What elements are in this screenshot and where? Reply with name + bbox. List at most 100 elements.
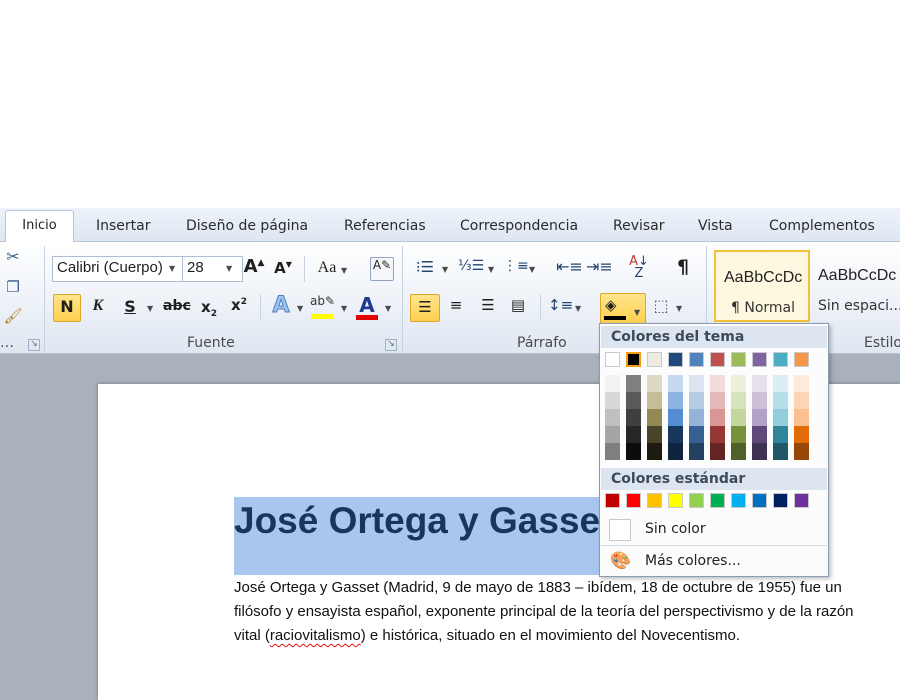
borders-dropdown-icon[interactable]: ▼ (676, 304, 682, 313)
text-effects-icon[interactable]: A (268, 293, 294, 319)
theme-shade-swatch[interactable] (731, 426, 746, 443)
tab-complementos[interactable]: Complementos (769, 216, 875, 242)
theme-shade-swatch[interactable] (773, 392, 788, 409)
theme-shade-swatch[interactable] (794, 375, 809, 392)
theme-shade-swatch[interactable] (605, 392, 620, 409)
borders-icon[interactable]: ⬚ (650, 296, 672, 315)
theme-shade-swatch[interactable] (752, 392, 767, 409)
theme-shade-swatch[interactable] (626, 426, 641, 443)
tab-vista[interactable]: Vista (698, 216, 733, 242)
line-spacing-dropdown-icon[interactable]: ▼ (575, 304, 581, 313)
theme-shade-swatch[interactable] (605, 375, 620, 392)
underline-button[interactable]: S (121, 297, 139, 316)
font-color-dropdown-icon[interactable]: ▼ (385, 304, 391, 313)
theme-shade-swatch[interactable] (731, 443, 746, 460)
theme-shade-swatch[interactable] (668, 426, 683, 443)
standard-color-swatch[interactable] (605, 493, 620, 508)
increase-indent-icon[interactable]: ⇥≡ (586, 257, 613, 276)
standard-color-swatch[interactable] (794, 493, 809, 508)
standard-color-swatch[interactable] (710, 493, 725, 508)
theme-shade-swatch[interactable] (731, 392, 746, 409)
font-name-box[interactable]: Calibri (Cuerpo) (52, 256, 186, 282)
tab-inicio[interactable]: Inicio (5, 210, 74, 243)
theme-shade-swatch[interactable] (731, 375, 746, 392)
justify-icon[interactable]: ▤ (506, 296, 530, 314)
theme-shade-swatch[interactable] (752, 426, 767, 443)
theme-shade-swatch[interactable] (647, 409, 662, 426)
theme-shade-swatch[interactable] (626, 375, 641, 392)
theme-shade-swatch[interactable] (773, 375, 788, 392)
tab-referencias[interactable]: Referencias (344, 216, 426, 242)
theme-shade-swatch[interactable] (794, 392, 809, 409)
theme-shade-swatch[interactable] (773, 409, 788, 426)
align-left-icon[interactable]: ☰ (410, 294, 440, 322)
clipboard-launcher[interactable]: ↘ (28, 339, 40, 351)
standard-color-swatch[interactable] (752, 493, 767, 508)
style-sin-espaciado[interactable]: AaBbCcDc Sin espaci... (812, 250, 900, 322)
spelling-error-word[interactable]: raciovitalismo (270, 627, 361, 644)
shrink-font-icon[interactable]: A▼ (273, 259, 293, 277)
tab-insertar[interactable]: Insertar (96, 216, 151, 242)
theme-shade-swatch[interactable] (668, 409, 683, 426)
numbering-dropdown-icon[interactable]: ▼ (488, 265, 494, 274)
theme-color-swatch[interactable] (752, 352, 767, 367)
tab-revisar[interactable]: Revisar (613, 216, 665, 242)
tab-correspondencia[interactable]: Correspondencia (460, 216, 578, 242)
bold-button[interactable]: N (53, 294, 81, 322)
tab-diseno-de-pagina[interactable]: Diseño de página (186, 216, 308, 242)
multilevel-dropdown-icon[interactable]: ▼ (529, 265, 535, 274)
theme-shade-swatch[interactable] (752, 409, 767, 426)
theme-shade-swatch[interactable] (752, 443, 767, 460)
document-heading[interactable]: José Ortega y Gasset (234, 500, 612, 542)
standard-color-swatch[interactable] (647, 493, 662, 508)
theme-color-swatch[interactable] (689, 352, 704, 367)
pilcrow-icon[interactable]: ¶ (672, 256, 694, 278)
change-case-dropdown-icon[interactable]: ▼ (341, 266, 347, 275)
theme-color-swatch[interactable] (647, 352, 662, 367)
theme-color-swatch[interactable] (710, 352, 725, 367)
text-effects-dropdown-icon[interactable]: ▼ (297, 304, 303, 313)
theme-shade-swatch[interactable] (647, 426, 662, 443)
underline-dropdown-icon[interactable]: ▼ (147, 304, 153, 313)
format-painter-icon[interactable]: 🖌 (3, 307, 23, 325)
theme-shade-swatch[interactable] (647, 443, 662, 460)
theme-shade-swatch[interactable] (710, 443, 725, 460)
theme-color-swatch[interactable] (794, 352, 809, 367)
theme-color-swatch[interactable] (731, 352, 746, 367)
theme-shade-swatch[interactable] (731, 409, 746, 426)
theme-shade-swatch[interactable] (794, 443, 809, 460)
standard-color-swatch[interactable] (626, 493, 641, 508)
theme-color-swatch[interactable] (773, 352, 788, 367)
theme-shade-swatch[interactable] (710, 409, 725, 426)
copy-icon[interactable]: ❐ (3, 278, 23, 296)
bullets-icon[interactable]: ⁝☰ (414, 258, 436, 276)
theme-shade-swatch[interactable] (773, 426, 788, 443)
theme-shade-swatch[interactable] (794, 409, 809, 426)
font-color-button[interactable]: A (355, 293, 379, 321)
standard-color-swatch[interactable] (689, 493, 704, 508)
theme-shade-swatch[interactable] (689, 443, 704, 460)
grow-font-icon[interactable]: A▲ (243, 256, 265, 277)
line-spacing-icon[interactable]: ↕≡ (548, 296, 573, 314)
subscript-icon[interactable]: x2 (198, 298, 220, 319)
theme-shade-swatch[interactable] (689, 392, 704, 409)
theme-shade-swatch[interactable] (668, 375, 683, 392)
cut-icon[interactable]: ✂ (3, 247, 23, 266)
theme-shade-swatch[interactable] (752, 375, 767, 392)
more-colors-item[interactable]: 🎨 Más colores... (601, 546, 827, 576)
change-case-button[interactable]: Aa (314, 259, 340, 277)
theme-shade-swatch[interactable] (605, 409, 620, 426)
standard-color-swatch[interactable] (731, 493, 746, 508)
theme-shade-swatch[interactable] (605, 426, 620, 443)
theme-shade-swatch[interactable] (647, 375, 662, 392)
clear-format-icon[interactable]: A✎ (370, 257, 394, 281)
theme-shade-swatch[interactable] (710, 426, 725, 443)
standard-color-swatch[interactable] (668, 493, 683, 508)
theme-shade-swatch[interactable] (710, 392, 725, 409)
sort-icon[interactable]: A↓ Z (626, 255, 652, 280)
theme-shade-swatch[interactable] (689, 375, 704, 392)
theme-color-swatch[interactable] (605, 352, 620, 367)
superscript-icon[interactable]: x2 (228, 296, 250, 314)
strikethrough-button[interactable]: abc (163, 298, 191, 314)
theme-shade-swatch[interactable] (773, 443, 788, 460)
